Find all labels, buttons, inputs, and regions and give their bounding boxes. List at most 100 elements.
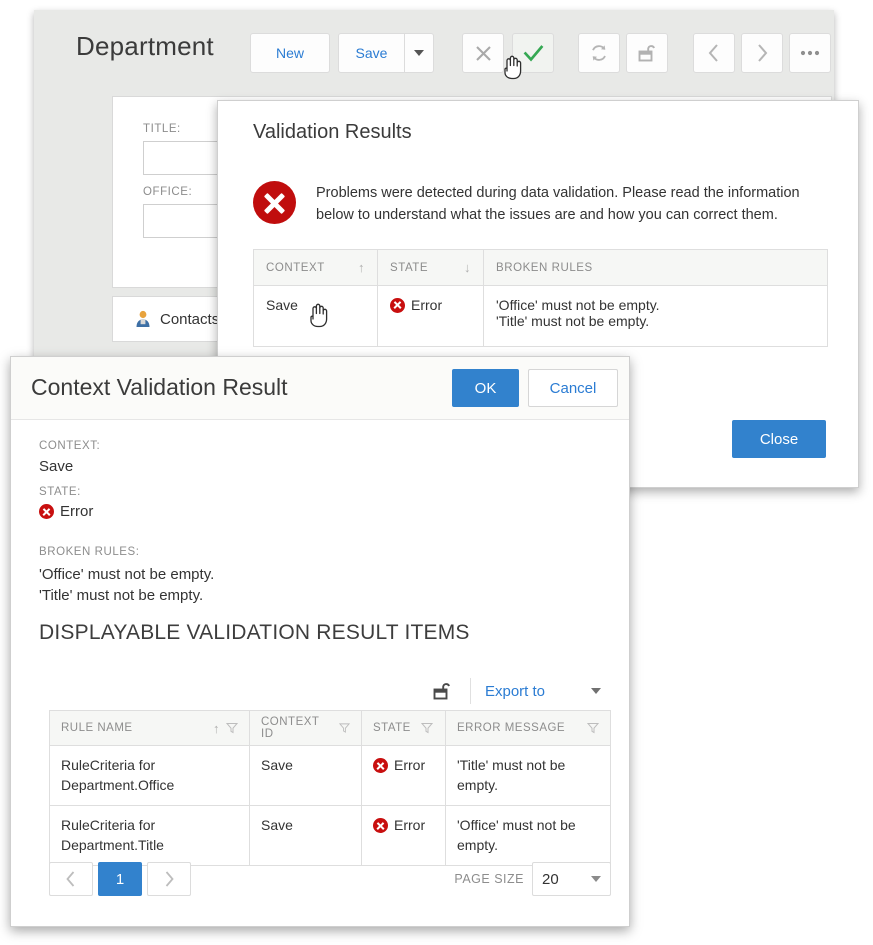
toolbar-divider — [469, 678, 471, 704]
close-button[interactable]: Close — [732, 420, 826, 458]
validation-table-header: CONTEXT ↑ STATE ↓ BROKEN RULES — [254, 250, 827, 285]
cell-state-label: Error — [411, 297, 443, 313]
cell-state-label: Error — [394, 757, 426, 773]
new-button[interactable]: New — [250, 33, 330, 73]
error-icon — [390, 297, 405, 313]
state-value-wrap: Error — [39, 503, 93, 523]
cell-state-label: Error — [394, 817, 426, 834]
column-header-state-label: STATE — [373, 722, 411, 734]
unlock-icon — [434, 683, 451, 700]
confirm-button[interactable] — [512, 33, 554, 73]
cell-state: Error — [362, 746, 446, 806]
error-icon — [373, 818, 388, 834]
validation-message-row: Problems were detected during data valid… — [253, 179, 828, 227]
filter-icon[interactable] — [587, 722, 599, 734]
tab-contacts-label: Contacts — [160, 310, 220, 328]
context-label: CONTEXT: — [39, 440, 101, 452]
sort-descending-icon: ↓ — [463, 260, 471, 275]
chevron-down-icon — [591, 876, 601, 882]
column-header-context-id-label: CONTEXT ID — [261, 716, 320, 740]
more-options-button[interactable] — [789, 33, 831, 73]
cell-rule-name: RuleCriteria for Department.Office — [50, 746, 250, 806]
column-header-error-message-label: ERROR MESSAGE — [457, 722, 566, 734]
validation-results-table: CONTEXT ↑ STATE ↓ BROKEN RULES Save Erro… — [253, 249, 828, 347]
state-value: Error — [60, 503, 94, 520]
error-icon — [39, 504, 54, 519]
export-to-button[interactable]: Export to — [485, 683, 545, 700]
refresh-button[interactable] — [578, 33, 620, 73]
error-circle-icon — [253, 181, 296, 224]
column-header-context[interactable]: CONTEXT ↑ — [254, 250, 378, 285]
column-header-context-id[interactable]: CONTEXT ID — [250, 711, 362, 745]
cell-broken-rules: 'Office' must not be empty. 'Title' must… — [496, 297, 660, 329]
error-icon — [373, 758, 388, 774]
grid-pager: 1 PAGE SIZE 20 — [49, 857, 611, 901]
broken-rules-value: 'Office' must not be empty. 'Title' must… — [39, 566, 215, 605]
page-size-label: PAGE SIZE — [454, 872, 524, 886]
section-title: DISPLAYABLE VALIDATION RESULT ITEMS — [39, 621, 470, 644]
column-header-state-label: STATE — [390, 261, 429, 274]
column-header-broken-rules[interactable]: BROKEN RULES — [484, 250, 827, 285]
chevron-down-icon[interactable] — [591, 688, 601, 694]
cell-state: Error — [378, 286, 484, 346]
unlock-button[interactable] — [626, 33, 668, 73]
contact-person-icon — [136, 310, 150, 327]
ok-button[interactable]: OK — [452, 369, 519, 407]
page-size-value: 20 — [542, 870, 559, 888]
pager-previous-button[interactable] — [49, 862, 93, 896]
cancel-button[interactable]: Cancel — [528, 369, 618, 407]
broken-rules-label: BROKEN RULES: — [39, 546, 140, 558]
cell-context: Save — [254, 286, 378, 346]
grid-header-row: RULE NAME ↑ CONTEXT ID STATE ERROR MESSA… — [50, 711, 610, 745]
chevron-down-icon — [414, 50, 424, 56]
column-header-error-message[interactable]: ERROR MESSAGE — [446, 711, 610, 745]
save-dropdown-button[interactable] — [404, 34, 433, 72]
table-row[interactable]: Save Error 'Office' must not be empty. '… — [254, 285, 827, 346]
save-split-button[interactable]: Save — [338, 33, 434, 73]
more-dots-icon — [800, 50, 820, 56]
chevron-right-icon — [165, 871, 174, 887]
unlock-button[interactable] — [426, 676, 460, 706]
grid-toolbar: Export to — [39, 669, 601, 713]
column-header-context-label: CONTEXT — [266, 261, 325, 274]
cell-error-message: 'Title' must not be empty. — [457, 757, 566, 793]
cell-context-id: Save — [250, 746, 362, 806]
unlock-icon — [638, 45, 655, 62]
validation-result-items-grid: RULE NAME ↑ CONTEXT ID STATE ERROR MESSA… — [49, 710, 611, 867]
context-validation-result-dialog: Context Validation Result OK Cancel CONT… — [10, 356, 630, 927]
office-field-label: OFFICE: — [143, 186, 193, 198]
pager-page-1-button[interactable]: 1 — [98, 862, 142, 896]
column-header-rule-name[interactable]: RULE NAME ↑ — [50, 711, 250, 745]
chevron-right-icon — [758, 44, 768, 62]
filter-icon[interactable] — [339, 722, 350, 734]
column-header-state[interactable]: STATE ↓ — [378, 250, 484, 285]
previous-record-button[interactable] — [693, 33, 735, 73]
column-header-rule-name-label: RULE NAME — [61, 722, 133, 734]
table-row[interactable]: RuleCriteria for Department.Office Save … — [50, 745, 610, 806]
sort-ascending-icon: ↑ — [357, 260, 365, 275]
pager-next-button[interactable] — [147, 862, 191, 896]
page-size-select[interactable]: 20 — [532, 862, 611, 896]
refresh-icon — [592, 45, 606, 61]
close-x-icon — [475, 45, 491, 61]
context-value: Save — [39, 458, 74, 475]
app-toolbar: Department New Save — [34, 10, 834, 88]
column-header-broken-rules-label: BROKEN RULES — [496, 261, 593, 274]
next-record-button[interactable] — [741, 33, 783, 73]
cancel-button[interactable] — [462, 33, 504, 73]
page-title: Department — [76, 31, 214, 61]
chevron-left-icon — [66, 871, 75, 887]
filter-icon[interactable] — [226, 722, 238, 734]
sort-ascending-icon: ↑ — [213, 720, 220, 736]
title-field-label: TITLE: — [143, 123, 181, 135]
chevron-left-icon — [708, 44, 718, 62]
filter-icon[interactable] — [420, 722, 433, 734]
context-dialog-header: Context Validation Result OK Cancel — [11, 357, 629, 420]
validation-dialog-title: Validation Results — [253, 121, 412, 143]
context-dialog-title: Context Validation Result — [31, 374, 288, 400]
validation-message: Problems were detected during data valid… — [316, 185, 800, 223]
checkmark-icon — [523, 44, 543, 62]
save-button[interactable]: Save — [339, 34, 404, 72]
column-header-state[interactable]: STATE — [362, 711, 446, 745]
state-label: STATE: — [39, 486, 81, 498]
